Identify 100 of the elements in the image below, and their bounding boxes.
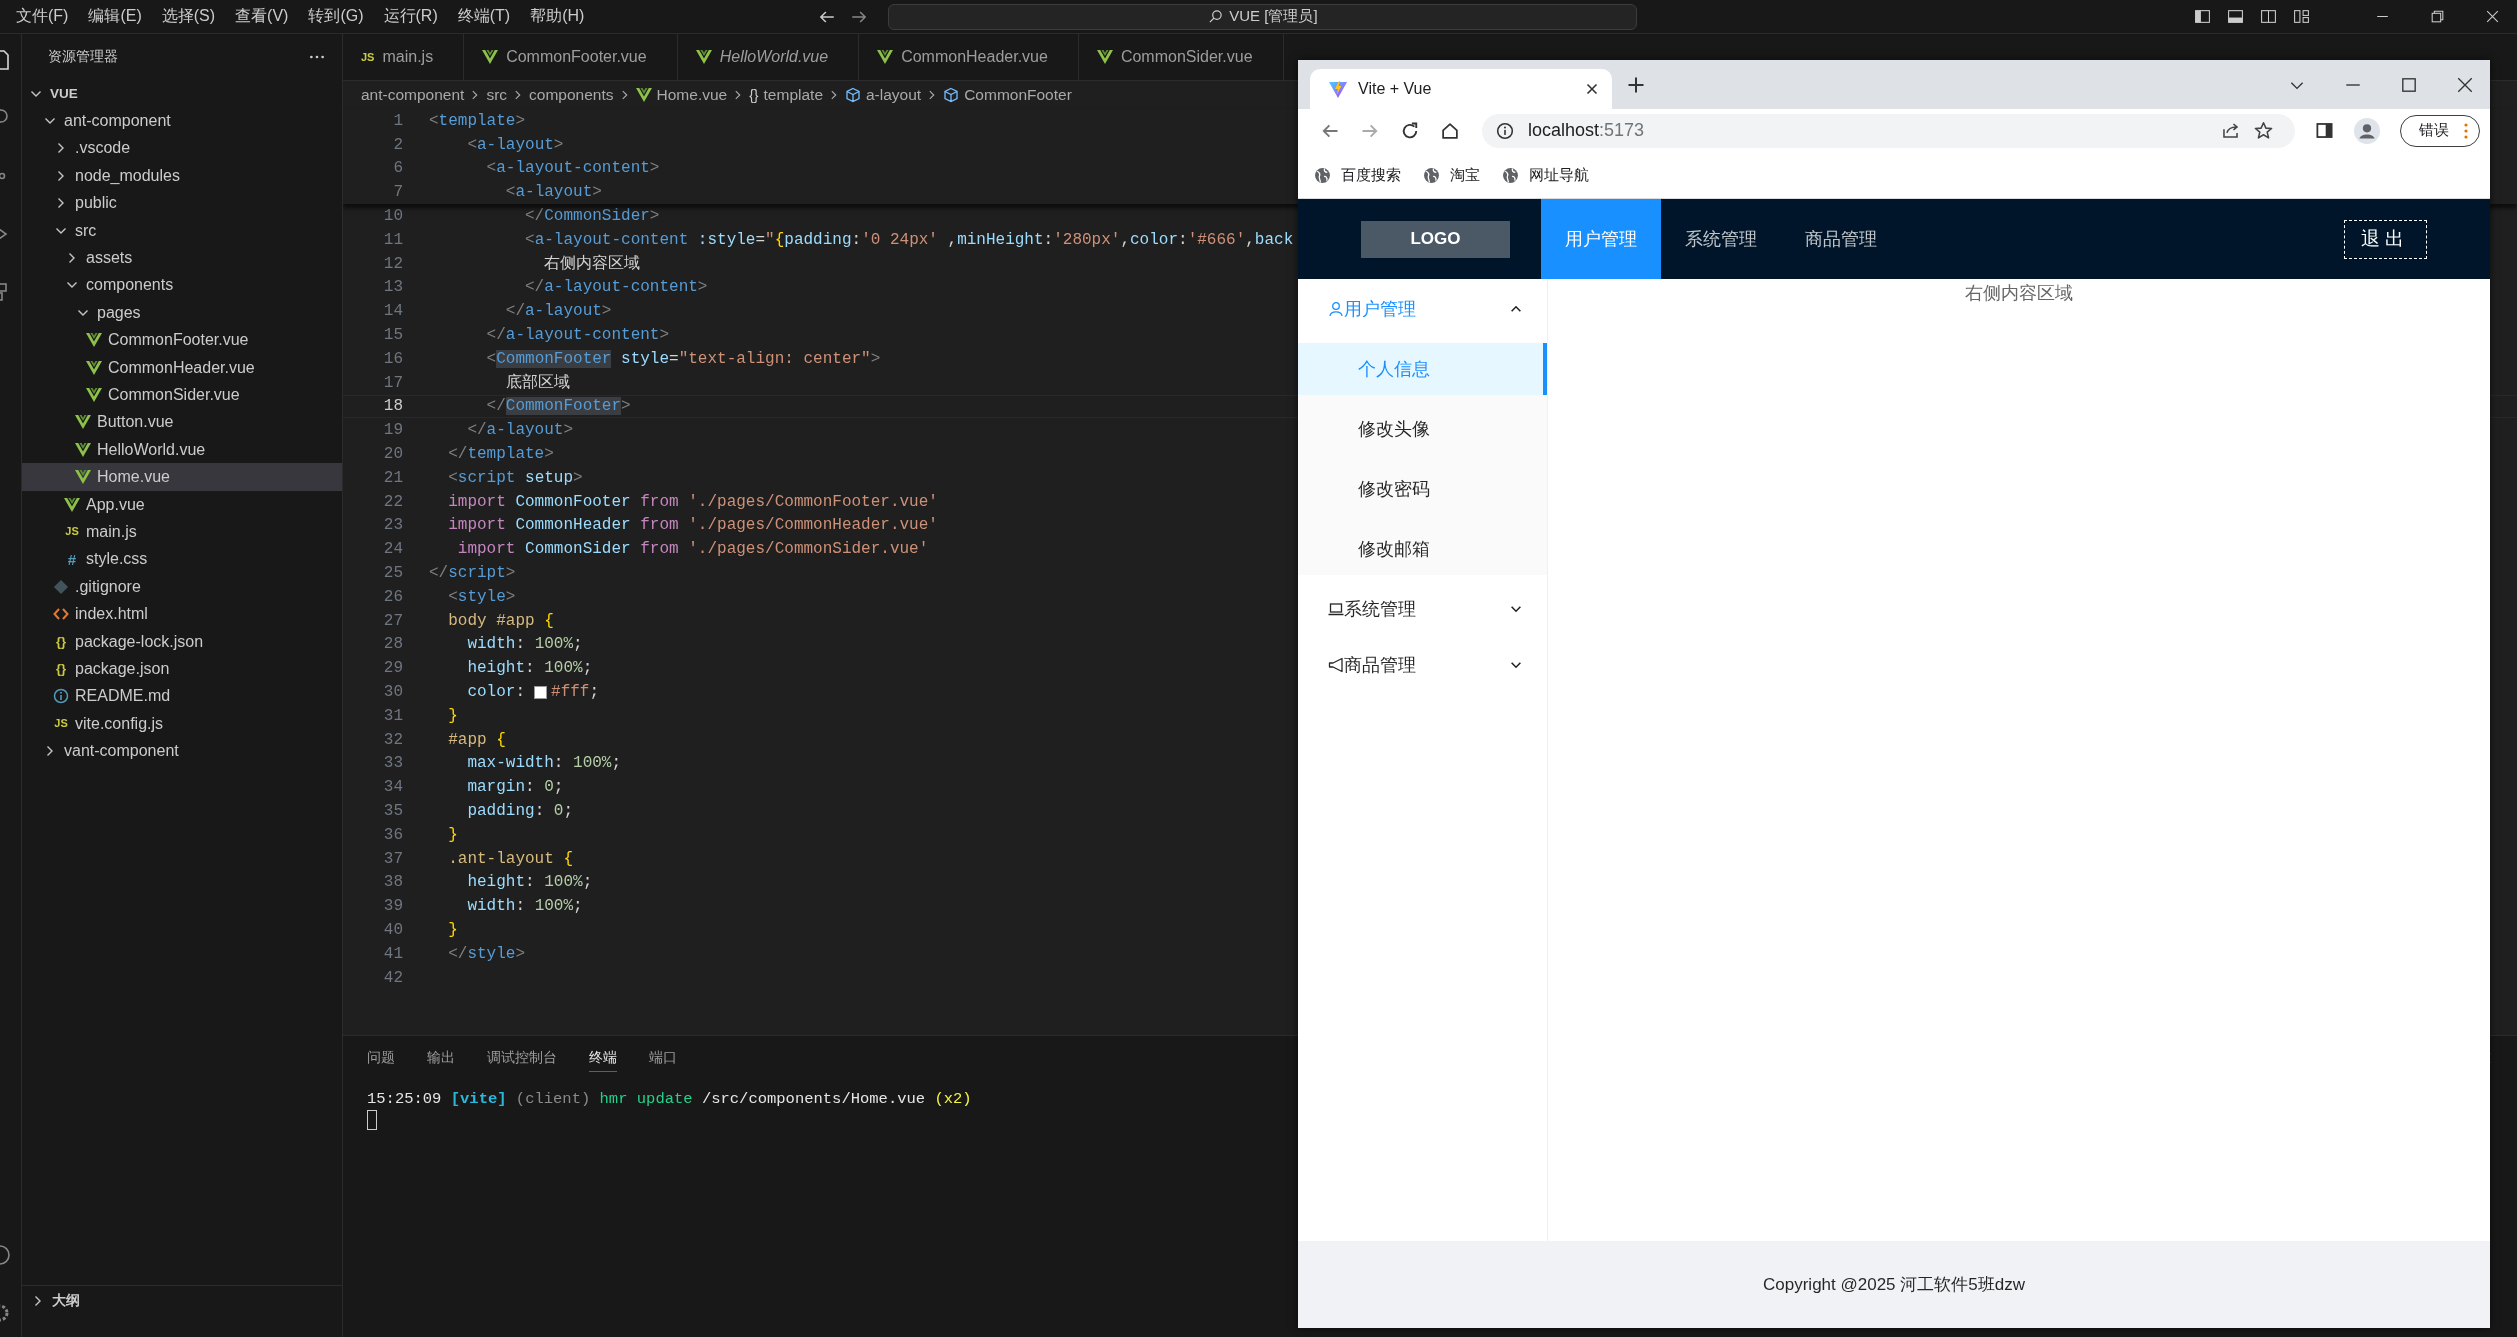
maximize-icon[interactable] [2400,75,2418,94]
sidebar-toggle-icon[interactable] [2194,8,2211,25]
share-icon[interactable] [2221,121,2240,140]
file-item[interactable]: App.vue [22,490,342,519]
panel-toggle-icon[interactable] [2227,8,2244,25]
file-item[interactable]: .gitignore [22,573,342,601]
bookmark-item[interactable]: 淘宝 [1423,165,1480,185]
menu-item[interactable]: 终端(T) [457,6,511,27]
account-icon[interactable] [0,1243,12,1267]
line-number: 26 [382,587,403,606]
file-item[interactable]: {} package.json [22,655,342,683]
breadcrumb-item[interactable]: a-layout [845,86,922,104]
menu-item[interactable]: 运行(R) [383,6,438,27]
menu-item[interactable]: 转到(G) [308,6,364,27]
workspace-header[interactable]: VUE [22,80,342,108]
file-item[interactable]: {} package-lock.json [22,627,342,656]
menu-item[interactable]: 查看(V) [235,6,289,27]
folder-item[interactable]: assets [22,244,342,272]
file-item[interactable]: JS main.js [22,518,342,546]
line-number: 42 [382,968,403,987]
bookmark-item[interactable]: 网址导航 [1502,165,1589,185]
panel-tab[interactable]: 问题 [367,1044,395,1072]
folder-item[interactable]: pages [22,299,342,327]
file-item[interactable]: README.md [22,682,342,710]
folder-item[interactable]: node_modules [22,162,342,190]
menu-item[interactable]: 帮助(H) [530,6,585,27]
file-item[interactable]: # style.css [22,545,342,574]
panel-tab[interactable]: 终端 [589,1044,617,1072]
submenu-item[interactable]: 修改密码 [1298,463,1547,515]
close-icon[interactable] [2456,75,2474,94]
file-item[interactable]: JS vite.config.js [22,710,342,738]
panel-tab[interactable]: 调试控制台 [487,1044,557,1072]
menu-item[interactable]: 选择(S) [161,6,216,27]
file-item[interactable]: CommonFooter.vue [22,326,342,354]
folder-item[interactable]: components [22,271,342,300]
code-line: import CommonFooter from './pages/CommonFooter.vue' [447,492,938,511]
submenu-item[interactable]: 修改邮箱 [1298,523,1547,575]
submenu-title[interactable]: 商品管理 [1298,639,1547,691]
bookmark-item[interactable]: 百度搜索 [1314,165,1401,185]
nav-menu-item[interactable]: 系统管理 [1661,199,1781,279]
braces-icon: {} [749,88,759,102]
line-number: 10 [382,207,403,226]
home-icon[interactable] [1440,120,1460,141]
line-number: 38 [382,873,403,892]
avatar-icon[interactable] [2354,117,2380,144]
code-line: width: 100%; [466,635,583,654]
panel-tab[interactable]: 输出 [427,1044,455,1072]
cube-icon [845,87,861,103]
address-bar[interactable]: localhost:5173 [1482,113,2295,148]
restore-icon[interactable] [2429,8,2446,25]
logout-button[interactable]: 退出 [2343,219,2427,259]
file-item[interactable]: CommonHeader.vue [22,353,342,382]
logo-block: LOGO [1361,220,1510,258]
files-icon[interactable] [0,48,12,72]
breadcrumb-item[interactable]: Home.vue [635,86,728,104]
nav-menu-item[interactable]: 商品管理 [1781,199,1901,279]
file-item[interactable]: CommonSider.vue [22,381,342,409]
folder-item[interactable]: ant-component [22,107,342,135]
split-layout-icon[interactable] [2260,8,2277,25]
search-icon [1208,9,1224,24]
breadcrumb-item[interactable]: {} template [749,86,823,104]
editor-tab[interactable]: JS main.js [343,34,465,80]
menu-item[interactable]: 编辑(E) [88,6,142,27]
file-item[interactable]: Home.vue [22,463,342,491]
editor-tab[interactable]: CommonHeader.vue [859,34,1079,80]
command-search-field[interactable]: VUE [管理员] [888,3,1638,30]
menu-item[interactable]: 文件(F) [16,6,69,27]
line-number: 18 [382,397,403,416]
close-icon[interactable] [2484,8,2501,25]
submenu-title[interactable]: 系统管理 [1298,583,1547,635]
lightning-logo-icon [1328,79,1348,99]
outline-section-header[interactable]: 大纲 [22,1285,342,1315]
editor-tab[interactable]: CommonFooter.vue [464,34,678,80]
line-number: 41 [382,944,403,963]
side-panel-icon[interactable] [2315,121,2334,140]
file-item[interactable]: Button.vue [22,408,342,437]
line-number: 32 [382,730,403,749]
editor-tab[interactable]: HelloWorld.vue [677,34,860,80]
browser-tab[interactable]: Vite + Vue [1310,69,1612,109]
folder-item[interactable]: public [22,189,342,217]
breadcrumb-item[interactable]: ant-component [361,86,465,104]
folder-item[interactable]: vant-component [22,737,342,765]
breadcrumb-item[interactable]: components [529,86,614,104]
user-icon [1328,301,1344,317]
vue-file-icon [1096,50,1113,64]
layout-grid-icon[interactable] [2293,8,2310,25]
reload-icon[interactable] [1400,120,1420,141]
file-item[interactable]: HelloWorld.vue [22,436,342,464]
folder-item[interactable]: src [22,216,342,245]
breadcrumb-item[interactable]: src [486,86,508,104]
star-icon[interactable] [2254,121,2273,140]
folder-item[interactable]: .vscode [22,134,342,163]
panel-tab[interactable]: 端口 [649,1044,677,1072]
json-file-icon: {} [55,662,67,676]
editor-tab[interactable]: CommonSider.vue [1078,34,1284,80]
explorer-title: 资源管理器 [48,48,118,66]
submenu-item[interactable]: 修改头像 [1298,403,1547,455]
breadcrumb-item[interactable]: CommonFooter [943,86,1072,104]
close-icon[interactable] [1584,81,1600,97]
file-item[interactable]: index.html [22,600,342,628]
